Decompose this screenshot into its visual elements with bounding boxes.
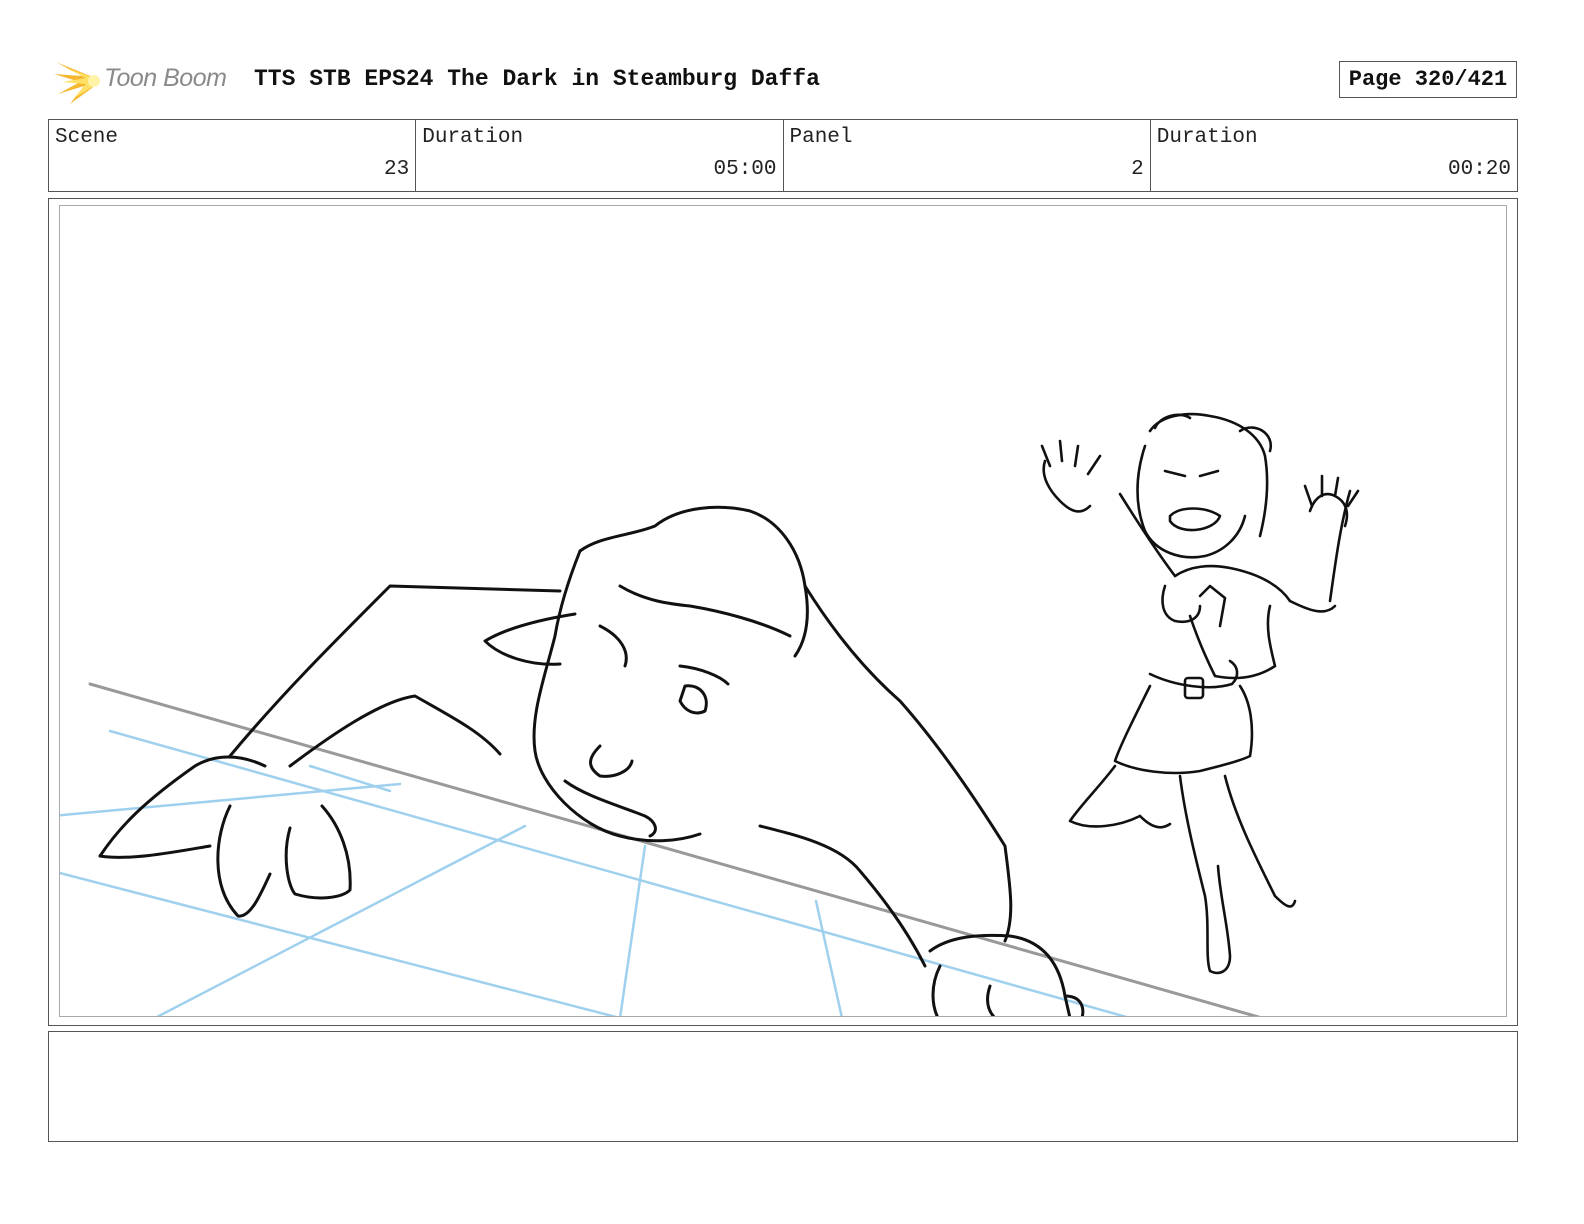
panel-duration-value: 00:20 xyxy=(1447,158,1511,181)
panel-cell: Panel 2 xyxy=(784,120,1151,191)
panel-duration-cell: Duration 00:20 xyxy=(1151,120,1517,191)
panel-info-row: Scene 23 Duration 05:00 Panel 2 Duration… xyxy=(48,119,1518,192)
storyboard-panel xyxy=(59,205,1507,1017)
scene-duration-value: 05:00 xyxy=(713,158,777,181)
document-title: TTS STB EPS24 The Dark in Steamburg Daff… xyxy=(254,66,820,92)
panel-value: 2 xyxy=(1131,158,1144,181)
scene-duration-cell: Duration 05:00 xyxy=(416,120,784,191)
starburst-icon xyxy=(54,62,100,104)
logo-text: Toon Boom xyxy=(104,64,227,92)
scene-value: 23 xyxy=(384,158,410,181)
scene-label: Scene xyxy=(55,126,119,149)
storyboard-sketch xyxy=(60,412,1360,1016)
climbing-character-sketch xyxy=(98,505,1085,1016)
ledge-edge-line xyxy=(88,682,1261,1016)
panel-notes-box xyxy=(48,1031,1518,1142)
page-number: Page 320/421 xyxy=(1339,61,1517,98)
scene-duration-label: Duration xyxy=(422,126,524,149)
panel-duration-label: Duration xyxy=(1156,126,1258,149)
scene-cell: Scene 23 xyxy=(49,120,417,191)
flying-character-sketch xyxy=(1040,412,1360,975)
panel-label: Panel xyxy=(789,126,853,149)
